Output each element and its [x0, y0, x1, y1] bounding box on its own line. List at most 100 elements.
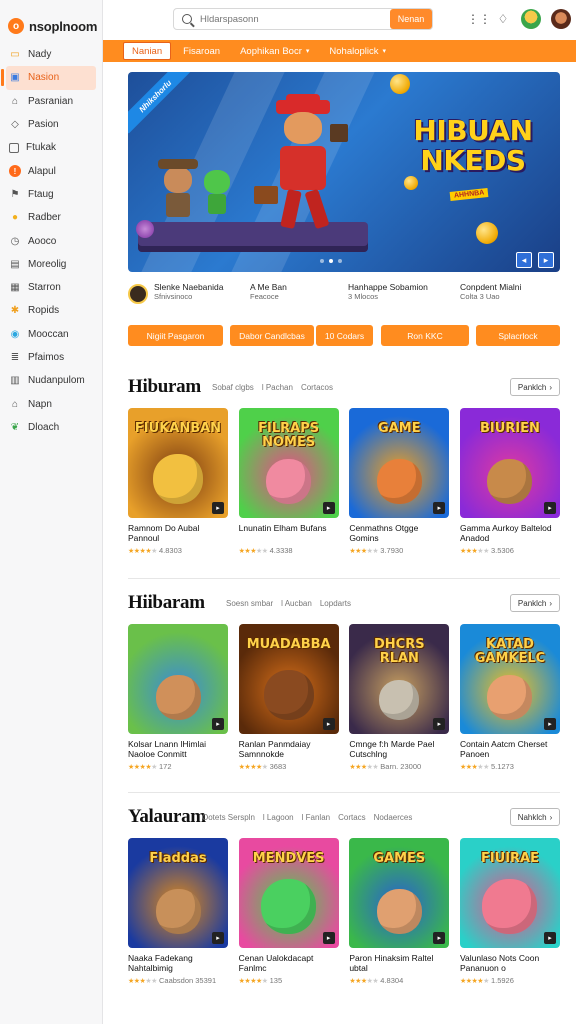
game-card[interactable]: ▸ Kolsar Lnann lHimlai Naoloe Conmitt ★★… — [128, 624, 228, 772]
game-thumbnail[interactable]: MUADABBA ▸ — [238, 624, 339, 734]
sidebar-item[interactable]: ▦ Starron — [6, 276, 96, 299]
banner-info-item[interactable]: Slenke Naebanida Sfnivsinoco — [154, 282, 223, 302]
carousel-dot[interactable] — [320, 259, 324, 263]
game-thumbnail[interactable]: MENDVES ▸ — [238, 838, 339, 948]
search-bar: Nenan — [173, 8, 433, 30]
star-rating-icon: ★★★★★ — [459, 548, 489, 555]
nav-tab[interactable]: Nanian — [123, 42, 172, 60]
thumbnail-title: FIUIRAE — [480, 851, 539, 866]
game-rating: ★★★★★ 3.7930 — [349, 546, 449, 556]
sidebar-item[interactable]: ◇ Pasion — [6, 113, 96, 136]
sidebar-item-label: Ftukak — [26, 142, 57, 154]
notification-icon[interactable]: ♢ — [495, 11, 511, 27]
sidebar-item[interactable]: ✱ Ropids — [6, 299, 96, 322]
sidebar-item[interactable]: Ftukak — [6, 136, 96, 159]
game-thumbnail[interactable]: DHCRS RLAN ▸ — [349, 624, 450, 734]
section-filter-link[interactable]: Cortacs — [338, 813, 366, 822]
game-thumbnail[interactable]: GAME ▸ — [349, 408, 450, 518]
section-filter-link[interactable]: Soesn smbar — [226, 599, 273, 608]
carousel-dot[interactable] — [338, 259, 342, 263]
game-card[interactable]: DHCRS RLAN ▸ Cmnge f:h Marde Pael Cutsch… — [349, 624, 450, 772]
sidebar-item[interactable]: ⚑ Ftaug — [6, 183, 96, 206]
game-card[interactable]: BIURIEN ▸ Gamma Aurkoy Baltelod Anadod ★… — [459, 408, 560, 556]
section-filter-link[interactable]: Cortacos — [301, 383, 333, 392]
prev-arrow-icon[interactable]: ◂ — [516, 252, 532, 268]
game-thumbnail[interactable]: FIUIRAE ▸ — [459, 838, 560, 948]
banner-info-item[interactable]: A Me Ban Feacoce — [250, 282, 287, 302]
section-filter-link[interactable]: l Pachan — [262, 383, 293, 392]
action-button[interactable]: Dabor Candlcbas — [230, 325, 314, 346]
sidebar-item[interactable]: ▭ Nady — [6, 43, 96, 66]
game-character — [153, 454, 203, 504]
banner-info-item[interactable]: Conpdent Mialni Colta 3 Uao — [460, 282, 521, 302]
sidebar-item[interactable]: ! Alapul — [6, 159, 96, 182]
sidebar-item[interactable]: ◷ Aooco — [6, 229, 96, 252]
section-filter-link[interactable]: l Aucban — [281, 599, 312, 608]
sidebar-item[interactable]: ◉ Mooccan — [6, 323, 96, 346]
game-card[interactable]: MENDVES ▸ Cenan Ualokdacapt Fanlmc ★★★★★… — [238, 838, 339, 986]
sidebar-item[interactable]: ❦ Dloach — [6, 416, 96, 439]
game-card[interactable]: GAME ▸ Cenmathns Otgge Gomins ★★★★★ 3.79… — [349, 408, 450, 556]
sidebar-item[interactable]: ⌂ Napn — [6, 392, 96, 415]
see-more-button[interactable]: Panklch › — [510, 378, 560, 396]
search-input[interactable] — [200, 13, 370, 25]
game-thumbnail[interactable]: KATAD GAMKELC ▸ — [459, 624, 560, 734]
game-thumbnail[interactable]: FIUKANBAN ▸ — [128, 408, 228, 518]
search-button[interactable]: Nenan — [390, 9, 432, 29]
section-filter-link[interactable]: Ootets Serspln — [202, 813, 255, 822]
banner-ribbon: Nhikshorlu — [128, 72, 193, 134]
game-thumbnail[interactable]: ▸ — [128, 624, 228, 734]
thumbnail-title: MUADABBA — [246, 637, 331, 652]
sidebar-item[interactable]: ▣ Nasion — [1, 66, 96, 90]
section-filter-link[interactable]: Sobaf clgbs — [212, 383, 254, 392]
action-button[interactable]: Splacrlock — [476, 325, 560, 346]
section-filter-link[interactable]: Nodaerces — [374, 813, 413, 822]
banner-info-item[interactable]: Hanhappe Sobamion 3 Mlocos — [348, 282, 428, 302]
game-card[interactable]: KATAD GAMKELC ▸ Contain Aatcm Cherset Pa… — [459, 624, 560, 772]
carousel-dot-active[interactable] — [329, 259, 333, 263]
sidebar-item[interactable]: ▥ Nudanpulom — [6, 369, 96, 392]
game-thumbnail[interactable]: Fladdas ▸ — [128, 838, 228, 948]
see-more-button[interactable]: Nahklch › — [510, 808, 560, 826]
section-filter-link[interactable]: l Fanlan — [302, 813, 330, 822]
creator-avatar[interactable] — [128, 284, 148, 304]
section-divider — [128, 578, 560, 579]
apps-grid-icon[interactable]: ⋮⋮ — [467, 11, 491, 27]
avatar-icon[interactable] — [521, 9, 541, 29]
game-card[interactable]: MUADABBA ▸ Ranlan Panmdaiay Samnnokde ★★… — [238, 624, 339, 772]
nav-tab[interactable]: Aophikan Bocr ▾ — [232, 42, 317, 60]
see-more-button[interactable]: Panklch › — [510, 594, 560, 612]
game-thumbnail[interactable]: FILRAPS NOMES ▸ — [238, 408, 339, 518]
section-title: Hiibaram — [128, 592, 205, 613]
game-card[interactable]: Fladdas ▸ Naaka Fadekang Nahtalbimig ★★★… — [128, 838, 228, 986]
chevron-right-icon: › — [549, 598, 553, 608]
section-filter-link[interactable]: Lopdarts — [320, 599, 351, 608]
sidebar-item[interactable]: ≣ Pfaimos — [6, 346, 96, 369]
section-header: Hiibaram Soesn smbar l Aucban Lopdarts Pan… — [128, 592, 560, 616]
action-button[interactable]: Nigiit Pasgaron — [128, 325, 223, 346]
platform-badge-icon: ▸ — [543, 718, 556, 730]
app-logo[interactable]: o nsoplnoom — [0, 0, 102, 40]
nav-tab[interactable]: Fisaroan — [175, 42, 228, 60]
game-thumbnail[interactable]: BIURIEN ▸ — [459, 408, 560, 518]
hero-banner[interactable]: Nhikshorlu HIBUAN NKEDS AHHNBA ◂ ▸ — [128, 72, 560, 272]
sidebar-item[interactable]: ● Radber — [6, 206, 96, 229]
action-button[interactable]: Ron KKC — [381, 325, 469, 346]
sidebar-item-label: Starron — [28, 282, 61, 294]
game-thumbnail[interactable]: GAMES ▸ — [349, 838, 450, 948]
action-button[interactable]: 10 Codars — [316, 325, 373, 346]
coin-icon — [390, 74, 410, 94]
sidebar-item[interactable]: ⌂ Pasranian — [6, 90, 96, 113]
game-card[interactable]: GAMES ▸ Paron Hinaksim Raltel ubtal ★★★★… — [349, 838, 450, 986]
next-arrow-icon[interactable]: ▸ — [538, 252, 554, 268]
nav-tab[interactable]: Nohaloplick ▾ — [321, 42, 394, 60]
game-title: Ramnom Do Aubal Pannoul — [128, 523, 200, 543]
sidebar-item-label: Ropids — [28, 305, 60, 317]
game-card[interactable]: FIUIRAE ▸ Valunlaso Nots Coon Pananuon o… — [459, 838, 560, 986]
game-card[interactable]: FIUKANBAN ▸ Ramnom Do Aubal Pannoul ★★★★… — [128, 408, 228, 556]
sidebar-item[interactable]: ▤ Moreolig — [6, 253, 96, 276]
section-filter-link[interactable]: l Lagoon — [263, 813, 294, 822]
user-avatar[interactable] — [551, 9, 571, 29]
game-card[interactable]: FILRAPS NOMES ▸ Lnunatin Elham Bufans ★★… — [238, 408, 339, 556]
gem-icon — [136, 220, 154, 238]
